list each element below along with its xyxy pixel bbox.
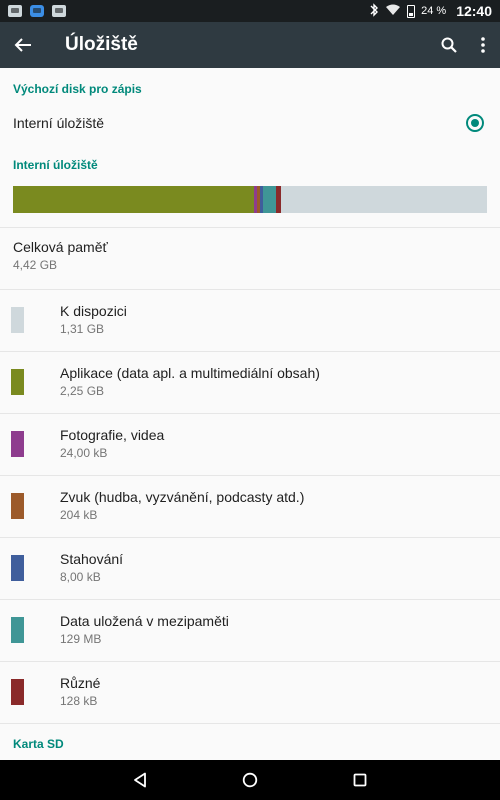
usage-segment: [262, 186, 277, 213]
radio-dot: [471, 119, 479, 127]
navigation-bar: [0, 760, 500, 800]
status-bar: 24 % 12:40: [0, 0, 500, 22]
category-title: Data uložená v mezipaměti: [60, 613, 229, 629]
nav-back-button[interactable]: [128, 768, 152, 792]
category-apps[interactable]: Aplikace (data apl. a multimediální obsa…: [0, 351, 500, 413]
category-value: 24,00 kB: [60, 446, 108, 460]
category-available[interactable]: K dispozici 1,31 GB: [0, 289, 500, 351]
search-icon: [441, 37, 457, 53]
nav-recents-icon: [353, 773, 367, 787]
system-icons: 24 % 12:40: [369, 3, 492, 19]
category-misc[interactable]: Různé 128 kB: [0, 661, 500, 723]
category-value: 204 kB: [60, 508, 98, 522]
category-value: 8,00 kB: [60, 570, 101, 584]
category-value: 128 kB: [60, 694, 98, 708]
total-storage: Celková paměť 4,42 GB: [13, 238, 108, 274]
usage-segment: [276, 186, 281, 213]
arrow-back-icon: [14, 38, 31, 52]
gmail-icon: [8, 5, 22, 17]
category-title: Stahování: [60, 551, 124, 567]
wifi-icon: [385, 4, 401, 18]
more-options-button[interactable]: [466, 22, 500, 68]
category-swatch: [11, 369, 24, 395]
category-value: 1,31 GB: [60, 322, 105, 336]
category-title: Aplikace (data apl. a multimediální obsa…: [60, 365, 320, 381]
category-swatch: [11, 431, 24, 457]
category-title: Různé: [60, 675, 101, 691]
storage-usage-bar: [13, 186, 487, 213]
default-disk-option[interactable]: Interní úložiště: [0, 108, 500, 138]
bluetooth-icon: [369, 3, 379, 19]
app-icon: [30, 5, 44, 17]
category-title: K dispozici: [60, 303, 127, 319]
notification-icons: [8, 5, 66, 17]
nav-back-icon: [134, 772, 146, 788]
more-vert-icon: [481, 37, 485, 53]
nav-recents-button[interactable]: [348, 768, 372, 792]
category-cached-data[interactable]: Data uložená v mezipaměti 129 MB: [0, 599, 500, 661]
divider: [0, 723, 500, 724]
category-swatch: [11, 617, 24, 643]
category-title: Zvuk (hudba, vyzvánění, podcasty atd.): [60, 489, 305, 505]
category-photos[interactable]: Fotografie, videa 24,00 kB: [0, 413, 500, 475]
radio-button-selected[interactable]: [466, 114, 484, 132]
search-button[interactable]: [432, 22, 466, 68]
clock: 12:40: [456, 3, 492, 19]
page-title: Úložiště: [65, 34, 138, 55]
category-value: 2,25 GB: [60, 384, 105, 398]
category-swatch: [11, 493, 24, 519]
default-disk-label: Interní úložiště: [13, 115, 105, 131]
category-audio[interactable]: Zvuk (hudba, vyzvánění, podcasty atd.) 2…: [0, 475, 500, 537]
nav-home-icon: [242, 772, 258, 788]
usage-segment: [13, 186, 255, 213]
total-storage-title: Celková paměť: [13, 239, 108, 255]
total-storage-value: 4,42 GB: [13, 258, 58, 272]
battery-icon: [407, 4, 416, 18]
divider: [0, 227, 500, 228]
gallery-icon: [52, 5, 66, 17]
app-bar: Úložiště: [0, 22, 500, 68]
category-swatch: [11, 679, 24, 705]
battery-percent: 24 %: [421, 5, 447, 17]
category-value: 129 MB: [60, 632, 102, 646]
sd-card-header: Karta SD: [13, 737, 64, 751]
category-swatch: [11, 307, 24, 333]
category-downloads[interactable]: Stahování 8,00 kB: [0, 537, 500, 599]
back-button[interactable]: [0, 22, 46, 68]
default-disk-header: Výchozí disk pro zápis: [13, 82, 142, 96]
category-title: Fotografie, videa: [60, 427, 165, 443]
internal-storage-header: Interní úložiště: [13, 158, 98, 172]
category-swatch: [11, 555, 24, 581]
nav-home-button[interactable]: [238, 768, 262, 792]
